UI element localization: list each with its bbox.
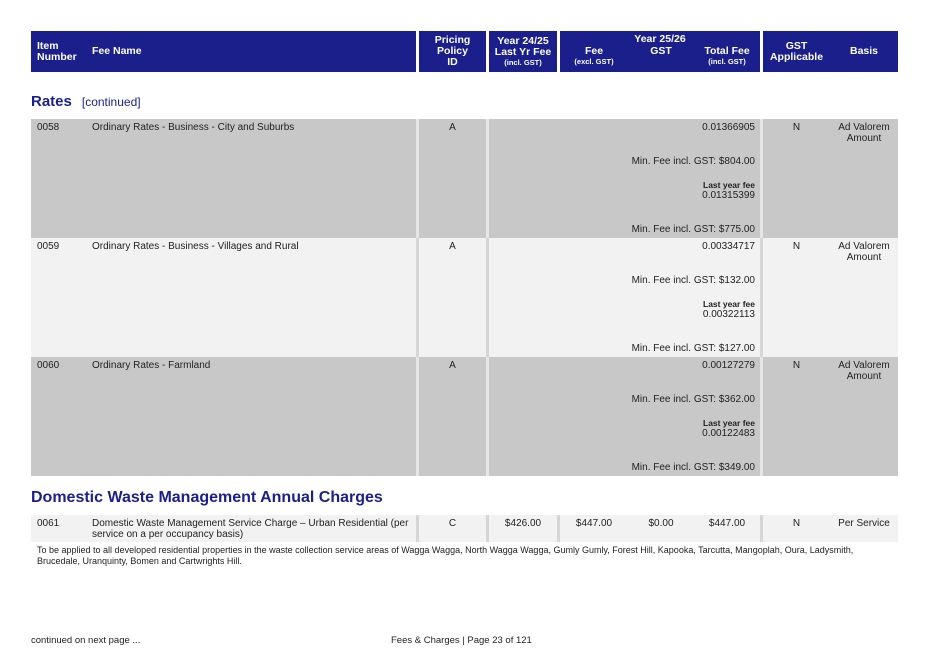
last-year-fee-value: 0.00122483 (702, 428, 755, 439)
column-divider (760, 119, 763, 238)
header-last-yr-fee-label: Last Yr Fee (494, 46, 552, 58)
table-row: 0058 Ordinary Rates - Business - City an… (31, 119, 898, 238)
gst-applicable: N (792, 122, 801, 133)
total-fee: 0.00127279 (702, 360, 755, 371)
last-yr-fee: $426.00 (504, 518, 542, 529)
total-fee: 0.01366905 (702, 122, 755, 133)
last-year-fee-value: 0.01315399 (702, 190, 755, 201)
table-row: 0060 Ordinary Rates - Farmland A 0.00127… (31, 357, 898, 476)
header-excl-gst: (excl. GST) (574, 57, 614, 66)
fee-excl-gst: $447.00 (575, 518, 613, 529)
gst-amount: $0.00 (648, 518, 674, 529)
table-header: Item Number Fee Name Pricing Policy ID Y… (31, 31, 898, 72)
footer-continued: continued on next page ... (31, 635, 141, 646)
basis: Ad Valorem Amount (838, 122, 890, 144)
item-number: 0058 (37, 122, 60, 133)
header-basis-label: Basis (849, 45, 879, 57)
pricing-policy-id: A (449, 241, 456, 252)
gst-applicable: N (792, 360, 801, 371)
header-total-incl-gst: (incl. GST) (708, 57, 746, 66)
item-number: 0059 (37, 241, 60, 252)
column-divider (486, 238, 489, 357)
fee-name: Ordinary Rates - Business - City and Sub… (92, 122, 295, 133)
section-title-rates-label: Rates (31, 93, 72, 110)
pricing-policy-id: A (449, 360, 456, 371)
section-title-waste: Domestic Waste Management Annual Charges (31, 489, 383, 506)
header-last-yr-fee: Year 24/25 Last Yr Fee (incl. GST) (489, 31, 557, 72)
header-item-number: Item Number (31, 31, 86, 72)
section-title-rates: Rates [continued] (31, 93, 141, 110)
basis: Per Service (838, 518, 890, 529)
header-gst-applicable: GST Applicable (763, 31, 830, 72)
header-fee-name: Fee Name (86, 31, 416, 72)
column-divider (486, 119, 489, 238)
fee-note: To be applied to all developed residenti… (37, 545, 854, 566)
fee-name: Domestic Waste Management Service Charge… (92, 518, 409, 540)
header-fee-name-label: Fee Name (92, 45, 142, 57)
header-pricing-policy-label: Pricing Policy ID (434, 34, 471, 68)
header-year-25-26-group: Year 25/26 Fee (excl. GST) GST Total Fee… (560, 31, 760, 72)
gst-applicable: N (792, 518, 801, 529)
column-divider (416, 119, 419, 238)
column-divider (416, 357, 419, 476)
last-min-fee: Min. Fee incl. GST: $349.00 (631, 462, 755, 473)
total-fee: 0.00334717 (702, 241, 755, 252)
min-fee: Min. Fee incl. GST: $362.00 (631, 394, 755, 405)
header-year-25-26: Year 25/26 (634, 33, 686, 45)
column-divider (760, 357, 763, 476)
min-fee: Min. Fee incl. GST: $804.00 (631, 156, 755, 167)
table-row: 0059 Ordinary Rates - Business - Village… (31, 238, 898, 357)
gst-applicable: N (792, 241, 801, 252)
header-gst: GST (650, 45, 672, 57)
basis: Ad Valorem Amount (838, 241, 890, 263)
fee-name: Ordinary Rates - Farmland (92, 360, 211, 371)
pricing-policy-id: A (449, 122, 456, 133)
header-incl-gst: (incl. GST) (504, 58, 542, 67)
header-total-fee-label: Total Fee (704, 45, 750, 57)
header-gst-applicable-label: GST Applicable (769, 39, 824, 63)
pricing-policy-id: C (448, 518, 457, 529)
basis: Ad Valorem Amount (838, 360, 890, 382)
column-divider (486, 357, 489, 476)
item-number: 0060 (37, 360, 60, 371)
header-pricing-policy: Pricing Policy ID (419, 31, 486, 72)
last-min-fee: Min. Fee incl. GST: $775.00 (631, 224, 755, 235)
min-fee: Min. Fee incl. GST: $132.00 (631, 275, 755, 286)
column-divider (760, 238, 763, 357)
header-fee-label: Fee (584, 45, 604, 57)
last-year-fee-value: 0.00322113 (702, 309, 755, 320)
footer-page-number: Fees & Charges | Page 23 of 121 (391, 635, 532, 646)
header-fee: Fee (excl. GST) (560, 45, 628, 67)
header-basis: Basis (830, 31, 898, 72)
header-total-fee: Total Fee (incl. GST) (694, 45, 760, 67)
table-row: 0061 Domestic Waste Management Service C… (31, 515, 898, 542)
section-continued-label: [continued] (81, 95, 141, 109)
fee-name: Ordinary Rates - Business - Villages and… (92, 241, 299, 252)
total-fee: $447.00 (708, 518, 746, 529)
last-min-fee: Min. Fee incl. GST: $127.00 (631, 343, 755, 354)
item-number: 0061 (37, 518, 60, 529)
header-item-number-label: Item Number (37, 39, 77, 63)
column-divider (416, 238, 419, 357)
